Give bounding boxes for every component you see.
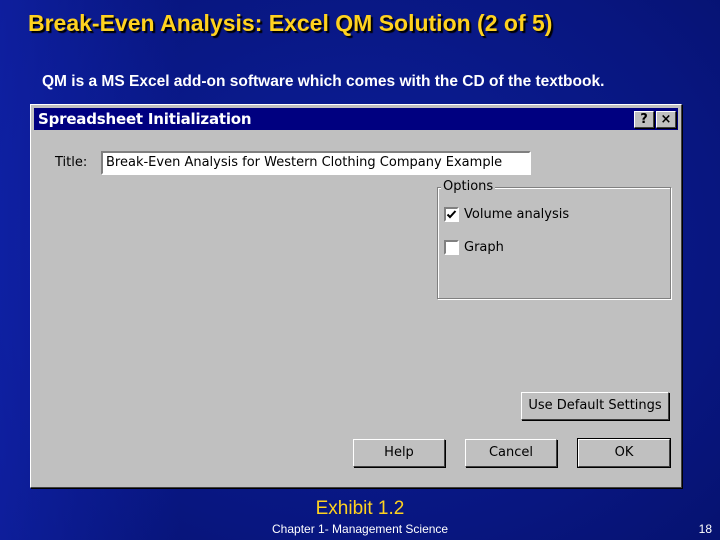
use-default-settings-button[interactable]: Use Default Settings xyxy=(521,392,669,420)
volume-analysis-checkbox[interactable] xyxy=(444,207,459,222)
close-icon[interactable]: × xyxy=(656,111,676,128)
graph-checkbox[interactable] xyxy=(444,240,459,255)
ok-button[interactable]: OK xyxy=(578,439,670,467)
dialog-titlebar[interactable]: Spreadsheet Initialization ? × xyxy=(34,108,678,130)
title-input[interactable]: Break-Even Analysis for Western Clothing… xyxy=(101,151,531,175)
footer-chapter: Chapter 1- Management Science xyxy=(272,522,449,536)
help-button[interactable]: Help xyxy=(353,439,445,467)
exhibit-caption: Exhibit 1.2 xyxy=(315,498,405,519)
help-icon[interactable]: ? xyxy=(634,111,654,128)
slide-title: Break-Even Analysis: Excel QM Solution (… xyxy=(28,10,553,36)
checkmark-icon xyxy=(446,210,457,219)
cancel-button[interactable]: Cancel xyxy=(465,439,557,467)
graph-label[interactable]: Graph xyxy=(464,240,504,255)
options-legend: Options xyxy=(441,179,496,195)
title-field-label: Title: xyxy=(55,155,88,170)
volume-analysis-label[interactable]: Volume analysis xyxy=(464,207,569,222)
dialog-title: Spreadsheet Initialization xyxy=(38,110,252,128)
slide-subtitle: QM is a MS Excel add-on software which c… xyxy=(42,73,605,90)
spreadsheet-initialization-dialog: Spreadsheet Initialization ? × Title: Br… xyxy=(30,104,682,488)
page-number: 18 xyxy=(698,522,712,536)
